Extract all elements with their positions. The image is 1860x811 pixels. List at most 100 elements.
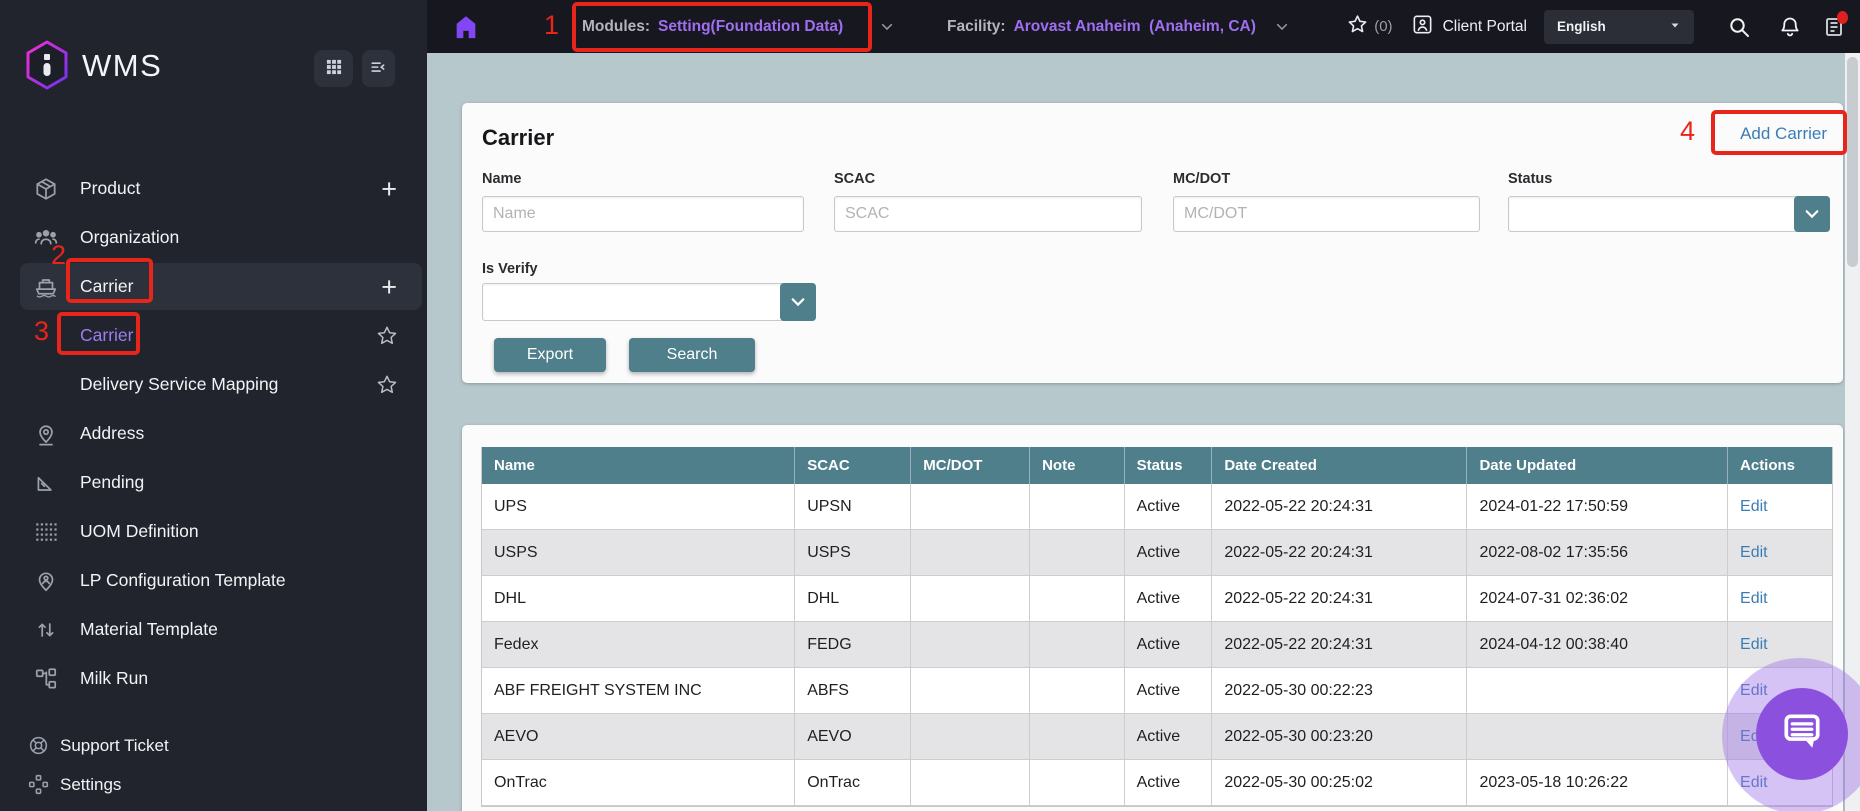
client-portal-label: Client Portal bbox=[1442, 17, 1527, 35]
field-label: Name bbox=[482, 171, 522, 187]
language-value: English bbox=[1557, 19, 1606, 34]
cell-status: Active bbox=[1125, 576, 1213, 621]
app-title: WMS bbox=[82, 48, 163, 83]
scrollbar-thumb[interactable] bbox=[1847, 57, 1858, 267]
sidebar-item-label: LP Configuration Template bbox=[80, 570, 286, 590]
edit-link[interactable]: Edit bbox=[1740, 636, 1768, 653]
carrier-table: Name SCAC MC/DOT Note Status Date Created Date… bbox=[481, 447, 1833, 807]
edit-link[interactable]: Edit bbox=[1740, 498, 1768, 515]
select-chevron-icon[interactable] bbox=[1794, 196, 1830, 232]
cell-scac: AEVO bbox=[795, 714, 912, 759]
cell-mcdot bbox=[911, 576, 1031, 621]
table-body: UPS UPSN Active 2022-05-22 20:24:31 2024-01-… bbox=[482, 484, 1832, 806]
cell-action: Edit bbox=[1728, 484, 1832, 529]
cell-mcdot bbox=[911, 668, 1031, 713]
sidebar-menu: Product + Organization Carrier + Carrier Deliv… bbox=[0, 164, 427, 703]
sidebar-item-pending[interactable]: Pending bbox=[0, 458, 427, 507]
sidebar-item-label: Delivery Service Mapping bbox=[80, 374, 279, 394]
milkrun-icon bbox=[33, 666, 59, 692]
cell-scac: OnTrac bbox=[795, 760, 912, 805]
add-carrier-button[interactable]: Add Carrier bbox=[1740, 124, 1827, 144]
cell-note bbox=[1030, 668, 1125, 713]
chat-widget-button[interactable] bbox=[1756, 688, 1848, 780]
column-header-actions: Actions bbox=[1740, 457, 1796, 474]
sidebar-item-carrier[interactable]: Carrier + bbox=[0, 262, 427, 311]
facility-value: Arovast Anaheim (Anaheim, CA) bbox=[1013, 17, 1256, 35]
cell-mcdot bbox=[911, 714, 1031, 759]
scac-input[interactable] bbox=[834, 196, 1142, 232]
user-guide-icon[interactable] bbox=[1822, 10, 1848, 39]
cell-mcdot bbox=[911, 484, 1031, 529]
status-select[interactable] bbox=[1508, 196, 1830, 232]
field-status: Status bbox=[1508, 171, 1830, 232]
sidebar-item-label: Organization bbox=[80, 227, 180, 247]
language-select[interactable]: English bbox=[1544, 9, 1694, 44]
sidebar-item-label: Carrier bbox=[80, 325, 134, 345]
cell-mcdot bbox=[911, 530, 1031, 575]
sidebar-item-material-template[interactable]: Material Template bbox=[0, 605, 427, 654]
annotation-number-1: 1 bbox=[544, 10, 560, 40]
modules-label: Modules: bbox=[582, 17, 651, 35]
sidebar-bottom-menu: Support Ticket Settings bbox=[0, 726, 427, 804]
cell-date_created: 2022-05-30 00:22:23 bbox=[1212, 668, 1468, 713]
table-header-row: Name SCAC MC/DOT Note Status Date Created Date… bbox=[482, 447, 1832, 484]
is-verify-select[interactable] bbox=[482, 283, 816, 321]
client-portal-icon bbox=[1411, 13, 1434, 41]
chevron-down-icon[interactable] bbox=[879, 19, 895, 35]
chevron-down-icon[interactable] bbox=[1274, 19, 1290, 35]
cell-note bbox=[1030, 530, 1125, 575]
cell-date_updated: 2022-08-02 17:35:56 bbox=[1467, 530, 1729, 575]
plus-icon[interactable]: + bbox=[381, 175, 397, 202]
cell-date_created: 2022-05-22 20:24:31 bbox=[1212, 576, 1468, 621]
sidebar-item-label: Address bbox=[80, 423, 145, 443]
sidebar-item-lp-configuration-template[interactable]: LP Configuration Template bbox=[0, 556, 427, 605]
cell-note bbox=[1030, 576, 1125, 621]
sidebar-item-label: Milk Run bbox=[80, 668, 149, 688]
cell-date_updated bbox=[1467, 668, 1729, 713]
sidebar-item-milk-run[interactable]: Milk Run bbox=[0, 654, 427, 703]
plus-icon[interactable]: + bbox=[381, 273, 397, 300]
sidebar-item-product[interactable]: Product + bbox=[0, 164, 427, 213]
cell-date_updated: 2023-05-18 10:26:22 bbox=[1467, 760, 1729, 805]
favorite-star-icon[interactable] bbox=[375, 373, 399, 397]
modules-value: Setting(Foundation Data) bbox=[658, 17, 844, 35]
sidebar-item-settings[interactable]: Settings bbox=[0, 765, 427, 804]
lp-icon bbox=[33, 568, 59, 594]
favorite-star-icon[interactable] bbox=[375, 324, 399, 348]
table-row-ups: UPS UPSN Active 2022-05-22 20:24:31 2024-01-… bbox=[482, 484, 1832, 530]
client-portal-button[interactable]: Client Portal bbox=[1411, 13, 1527, 41]
home-icon[interactable] bbox=[452, 13, 480, 41]
sidebar-item-carrier[interactable]: Carrier bbox=[0, 311, 427, 360]
export-button[interactable]: Export bbox=[494, 338, 606, 372]
apps-grid-button[interactable] bbox=[314, 50, 353, 87]
sidebar-item-delivery-service-mapping[interactable]: Delivery Service Mapping bbox=[0, 360, 427, 409]
sidebar-item-address[interactable]: Address bbox=[0, 409, 427, 458]
sidebar-item-organization[interactable]: Organization bbox=[0, 213, 427, 262]
cell-note bbox=[1030, 760, 1125, 805]
collapse-sidebar-button[interactable] bbox=[362, 50, 395, 87]
search-button[interactable]: Search bbox=[629, 338, 755, 372]
edit-link[interactable]: Edit bbox=[1740, 544, 1768, 561]
mc-dot-input[interactable] bbox=[1173, 196, 1480, 232]
favorites-button[interactable]: (0) bbox=[1346, 13, 1393, 41]
organization-icon bbox=[33, 225, 59, 251]
edit-link[interactable]: Edit bbox=[1740, 590, 1768, 607]
select-chevron-icon[interactable] bbox=[780, 283, 816, 321]
modules-selector[interactable]: Modules: Setting(Foundation Data) bbox=[582, 0, 895, 53]
cell-name: Fedex bbox=[482, 622, 796, 667]
cell-date_updated: 2024-07-31 02:36:02 bbox=[1467, 576, 1729, 621]
name-input[interactable] bbox=[482, 196, 804, 232]
search-icon[interactable] bbox=[1727, 15, 1751, 39]
sidebar: WMS Product + Organization Carrier + Car… bbox=[0, 0, 427, 811]
notifications-bell-icon[interactable] bbox=[1778, 15, 1802, 39]
main-content: Carrier Add Carrier 4 NameSCACMC/DOTStat… bbox=[427, 53, 1847, 811]
cell-note bbox=[1030, 622, 1125, 667]
cell-mcdot bbox=[911, 760, 1031, 805]
field-label: MC/DOT bbox=[1173, 171, 1231, 187]
sidebar-item-support-ticket[interactable]: Support Ticket bbox=[0, 726, 427, 765]
table-row-usps: USPS USPS Active 2022-05-22 20:24:31 2022-08… bbox=[482, 530, 1832, 576]
sidebar-item-label: Carrier bbox=[80, 276, 134, 296]
cell-date_created: 2022-05-30 00:25:02 bbox=[1212, 760, 1468, 805]
facility-selector[interactable]: Facility: Arovast Anaheim (Anaheim, CA) bbox=[947, 0, 1290, 53]
sidebar-item-uom-definition[interactable]: UOM Definition bbox=[0, 507, 427, 556]
